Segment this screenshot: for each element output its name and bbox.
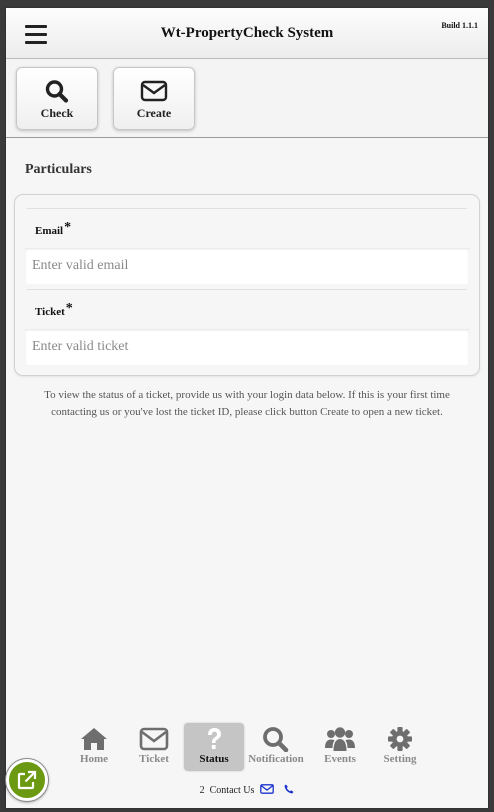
nav-status-label: Status (199, 753, 229, 765)
external-link-icon (17, 770, 37, 790)
contact-us-label: Contact Us (209, 784, 255, 796)
envelope-icon[interactable] (260, 784, 274, 797)
nav-home-label: Home (79, 753, 109, 765)
users-icon (325, 727, 355, 751)
contact-footer: 2 Contact Us (6, 784, 488, 797)
create-button[interactable]: Create (113, 67, 195, 130)
bottom-nav: Home Ticket Status Notification Events S… (6, 720, 488, 776)
ticket-field[interactable] (25, 329, 469, 365)
search-icon (263, 727, 289, 752)
phone-icon[interactable] (284, 784, 294, 797)
external-link-button[interactable] (6, 759, 48, 801)
app-frame: Wt-PropertyCheck System Build 1.1.1 Chec… (6, 8, 488, 808)
particulars-form: Email* Ticket* (14, 194, 480, 376)
nav-status[interactable]: Status (184, 723, 244, 771)
build-version: Build 1.1.1 (441, 21, 478, 30)
nav-events-label: Events (324, 753, 356, 765)
ticket-label: Ticket* (35, 301, 73, 318)
check-button-label: Check (40, 106, 74, 120)
email-label: Email* (35, 220, 72, 237)
section-title: Particulars (25, 162, 92, 177)
nav-ticket-label: Ticket (139, 753, 169, 765)
nav-notification[interactable]: Notification (246, 723, 306, 771)
app-title: Wt-PropertyCheck System (160, 25, 334, 41)
email-field[interactable] (25, 248, 469, 284)
nav-events[interactable]: Events (310, 723, 370, 771)
nav-notification-label: Notification (248, 753, 304, 765)
nav-setting[interactable]: Setting (370, 723, 430, 771)
divider (27, 208, 467, 209)
instructions-text: To view the status of a ticket, provide … (44, 389, 450, 418)
search-icon (45, 80, 69, 103)
nav-setting-label: Setting (383, 753, 417, 765)
divider (27, 289, 467, 290)
action-toolbar: Check Create (6, 59, 488, 138)
nav-ticket[interactable]: Ticket (124, 723, 184, 771)
home-icon (81, 728, 107, 750)
create-button-label: Create (136, 106, 172, 120)
app-header: Wt-PropertyCheck System Build 1.1.1 (6, 8, 488, 59)
footer-count: 2 (199, 784, 205, 796)
question-icon (208, 728, 221, 749)
check-button[interactable]: Check (16, 67, 98, 130)
envelope-icon (140, 80, 168, 102)
gear-icon (388, 727, 412, 751)
envelope-icon (139, 727, 169, 751)
nav-home[interactable]: Home (64, 723, 124, 771)
